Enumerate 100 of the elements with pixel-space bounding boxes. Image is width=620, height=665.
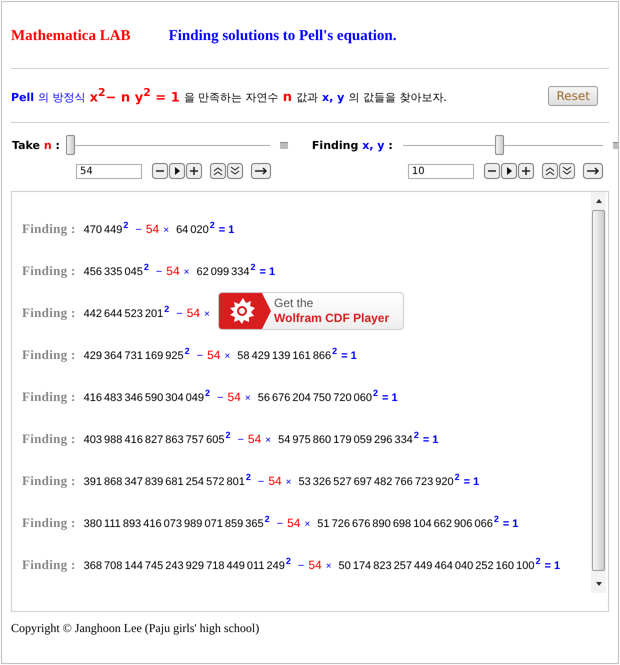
equals-one: = 1 bbox=[422, 434, 438, 446]
exponent: 2 bbox=[414, 430, 419, 440]
intro-text: 을 만족하는 자연수 bbox=[184, 90, 279, 106]
equals-one: = 1 bbox=[464, 476, 480, 488]
exponent: 2 bbox=[535, 556, 540, 566]
times-sign: × bbox=[304, 519, 310, 530]
minus-icon[interactable] bbox=[484, 163, 500, 179]
finding-label: Finding : bbox=[22, 221, 76, 237]
intro-text: Pell bbox=[11, 91, 34, 104]
y-value: 56 676 204 750 720 060 bbox=[258, 392, 372, 404]
equals-one: = 1 bbox=[382, 392, 398, 404]
exponent: 2 bbox=[144, 262, 149, 272]
page-title: Finding solutions to Pell's equation. bbox=[168, 28, 397, 46]
exponent: 2 bbox=[264, 514, 270, 524]
n-value: 54 bbox=[248, 432, 262, 446]
n-value: 54 bbox=[186, 306, 200, 320]
scrollbar[interactable] bbox=[591, 192, 606, 593]
times-sign: × bbox=[326, 561, 332, 572]
exponent: 2 bbox=[164, 304, 170, 314]
n-value: 54 bbox=[308, 558, 322, 572]
y-value: 53 326 527 697 482 766 723 920 bbox=[298, 476, 454, 488]
x-value: 456 335 045 bbox=[84, 266, 143, 278]
exponent: 2 bbox=[454, 472, 460, 482]
exponent: 2 bbox=[225, 430, 230, 440]
minus-sign: − bbox=[237, 434, 244, 446]
minus-sign: − bbox=[276, 518, 284, 530]
copyright-text: Copyright © Janghoon Lee (Paju girls' high school) bbox=[10, 620, 260, 636]
exponent: 2 bbox=[123, 220, 128, 230]
minus-sign: − bbox=[298, 560, 304, 572]
minus-sign: − bbox=[176, 308, 183, 320]
minus-sign: − bbox=[156, 266, 162, 278]
player-badge[interactable]: Get the Wolfram CDF Player bbox=[218, 292, 404, 330]
faster-icon[interactable] bbox=[542, 163, 558, 179]
value-field[interactable]: 54 bbox=[76, 164, 142, 178]
spiky-star-icon bbox=[219, 293, 271, 329]
y-value: 58 429 139 161 866 bbox=[237, 350, 332, 362]
slower-icon[interactable] bbox=[227, 163, 243, 179]
n-value: 54 bbox=[146, 222, 160, 236]
finding-label: Finding : bbox=[22, 473, 76, 489]
exponent: 2 bbox=[372, 388, 378, 398]
finding-label: Finding : bbox=[22, 263, 76, 279]
x-value: 470 449 bbox=[84, 224, 122, 236]
x-value: 442 644 523 201 bbox=[84, 308, 164, 320]
exponent: 2 bbox=[494, 514, 499, 524]
slider-thumb[interactable] bbox=[66, 135, 75, 155]
times-sign: × bbox=[204, 309, 210, 320]
times-sign: × bbox=[224, 351, 230, 362]
equals-one: = 1 bbox=[502, 518, 518, 530]
slider-thumb[interactable] bbox=[494, 135, 504, 155]
minus-sign: − bbox=[258, 476, 264, 488]
intro-text: 의 값들을 찾아보자. bbox=[348, 90, 447, 106]
n-value: 54 bbox=[228, 390, 241, 404]
slider-label: Take n : bbox=[12, 138, 60, 152]
exponent: 2 bbox=[246, 472, 251, 482]
faster-icon[interactable] bbox=[210, 163, 226, 179]
minus-icon[interactable] bbox=[152, 163, 168, 179]
brand-title: Mathematica LAB bbox=[11, 28, 131, 46]
play-icon[interactable] bbox=[169, 163, 185, 179]
reset-button[interactable]: Reset bbox=[548, 86, 598, 106]
intro-text: 값과 bbox=[296, 90, 318, 106]
times-sign: × bbox=[286, 477, 292, 488]
finding-label: Finding : bbox=[22, 389, 76, 405]
n-value: 54 bbox=[166, 264, 180, 278]
intro-text: 의 방정식 bbox=[38, 90, 86, 106]
x-value: 380 111 893 416 073 989 071 859 365 bbox=[84, 518, 264, 530]
plus-icon[interactable] bbox=[186, 163, 202, 179]
times-sign: × bbox=[184, 267, 190, 278]
n-value: 54 bbox=[207, 348, 220, 362]
y-value: 51 726 676 890 698 104 662 906 066 bbox=[317, 518, 493, 530]
finding-label: Finding : bbox=[22, 347, 76, 363]
x-value: 368 708 144 745 243 929 718 449 011 249 bbox=[84, 560, 285, 572]
badge-title: Wolfram CDF Player bbox=[274, 311, 390, 326]
equals-one: = 1 bbox=[341, 350, 357, 362]
exponent: 2 bbox=[250, 262, 256, 272]
x-value: 429 364 731 169 925 bbox=[84, 350, 184, 362]
exponent: 2 bbox=[184, 346, 190, 356]
equals-one: = 1 bbox=[260, 266, 276, 278]
n-value: 54 bbox=[268, 474, 282, 488]
y-value: 54 975 860 179 059 296 334 bbox=[278, 434, 413, 446]
equals-one: = 1 bbox=[544, 560, 560, 572]
y-value: 62 099 334 bbox=[196, 266, 250, 278]
intro-text: n bbox=[282, 90, 292, 106]
badge-caption: Get the bbox=[274, 296, 314, 311]
n-value: 54 bbox=[287, 516, 300, 530]
minus-sign: − bbox=[217, 392, 224, 404]
x-value: 391 868 347 839 681 254 572 801 bbox=[84, 476, 245, 488]
slower-icon[interactable] bbox=[558, 163, 575, 179]
value-field[interactable]: 10 bbox=[408, 164, 474, 178]
plus-icon[interactable] bbox=[518, 163, 534, 179]
minus-sign: − bbox=[196, 350, 204, 362]
times-sign: × bbox=[163, 225, 170, 236]
times-sign: × bbox=[265, 435, 272, 446]
exponent: 2 bbox=[205, 388, 210, 398]
finding-label: Finding : bbox=[22, 305, 76, 321]
play-icon[interactable] bbox=[500, 163, 517, 179]
expand-icon[interactable] bbox=[280, 142, 288, 148]
finding-label: Finding : bbox=[22, 557, 76, 573]
intro-text: x, y bbox=[322, 91, 344, 104]
exponent: 2 bbox=[210, 220, 215, 230]
minus-sign: − bbox=[135, 224, 142, 236]
